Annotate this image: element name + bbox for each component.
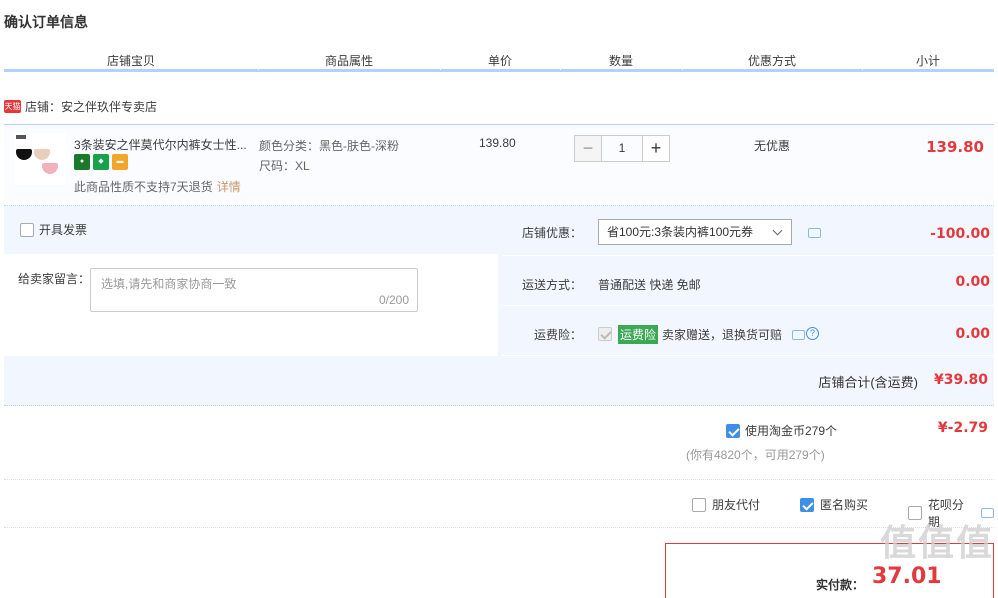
message-textarea[interactable]: 选填,请先和商家协商一致 0/200 (90, 268, 418, 312)
anonymous-checkbox[interactable] (800, 497, 814, 512)
shop-discount-label: 店铺优惠： (522, 226, 583, 240)
attr-size: 尺码：XL (259, 159, 310, 173)
message-counter: 0/200 (378, 293, 409, 307)
order-item-row: 3条装安之伴莫代尔内裤女士性... ● ◆ ▬ 此商品性质不支持7天退货 详情 颜… (4, 124, 994, 206)
page-title: 确认订单信息 (4, 14, 88, 30)
insurance-row: 运费险： 运费险 卖家赠送，退换货可赔 ? 0.00 (502, 306, 994, 356)
coins-checkbox[interactable] (726, 423, 740, 438)
coupon-selected-text: 省100元:3条装内裤100元券 (607, 225, 754, 239)
col-header-subtotal: 小计 (915, 54, 940, 68)
chat-icon[interactable] (808, 228, 821, 238)
col-header-discount: 优惠方式 (747, 54, 796, 68)
chevron-down-icon (772, 225, 783, 236)
product-attributes: 颜色分类：黑色-肤色-深粉 尺码：XL (259, 136, 399, 176)
credit-card-icon: ▬ (112, 154, 128, 170)
insurance-tag: 运费险 (618, 325, 659, 344)
quantity-minus-button[interactable]: − (574, 135, 602, 162)
unit-price: 139.80 (479, 136, 516, 150)
product-name-link[interactable]: 3条装安之伴莫代尔内裤女士性... (74, 136, 252, 153)
payment-options: 朋友代付 匿名购买 花呗分期 (4, 480, 994, 529)
help-icon[interactable]: ? (806, 327, 819, 340)
shop-discount-amount: -100.00 (930, 226, 990, 242)
coins-sub: (你有4820个，可用279个) (686, 448, 825, 462)
return-note: 此商品性质不支持7天退货 详情 (74, 180, 241, 194)
col-header-attr: 商品属性 (324, 54, 373, 68)
chat-icon[interactable] (792, 330, 805, 340)
order-options-panel: 开具发票 给卖家留言： 选填,请先和商家协商一致 0/200 店铺优惠： 省10… (4, 206, 994, 406)
coins-section: 使用淘金币279个 (你有4820个，可用279个) ¥-2.79 (4, 406, 994, 480)
coupon-select[interactable]: 省100元:3条装内裤100元券 (598, 219, 792, 245)
shop-total-amount: ¥39.80 (933, 372, 988, 388)
shipping-row: 运送方式： 普通配送 快递 免邮 0.00 (502, 256, 994, 306)
invoice-section: 开具发票 (4, 206, 498, 254)
shipping-label: 运送方式： (522, 278, 583, 292)
invoice-checkbox[interactable] (20, 222, 34, 237)
table-header: 店铺宝贝 商品属性 单价 数量 优惠方式 小计 (4, 48, 994, 72)
watermark-logo: 值值值 (879, 522, 994, 563)
message-section: 给卖家留言： 选填,请先和商家协商一致 0/200 (4, 254, 498, 356)
col-header-price: 单价 (487, 54, 512, 68)
item-subtotal: 139.80 (926, 138, 984, 156)
quantity-stepper: − 1 + (574, 135, 670, 162)
shield-icon: ◆ (93, 154, 109, 170)
quantity-input[interactable]: 1 (602, 135, 642, 162)
product-thumbnail[interactable] (14, 133, 66, 185)
tmall-badge-icon: 天猫 (4, 100, 21, 113)
message-label: 给卖家留言： (18, 272, 91, 286)
message-placeholder: 选填,请先和商家协商一致 (101, 277, 237, 291)
insurance-label: 运费险： (534, 328, 583, 342)
insurance-checkbox (598, 326, 612, 341)
discount-method: 无优惠 (754, 139, 791, 153)
final-label: 实付款： (816, 578, 865, 592)
shop-name[interactable]: 店铺：安之伴玖伴专卖店 (25, 98, 157, 115)
shop-discount-row: 店铺优惠： 省100元:3条装内裤100元券 -100.00 (502, 206, 994, 256)
tmall-cat-icon: ● (74, 154, 90, 170)
anonymous-label: 匿名购买 (820, 498, 869, 512)
final-amount: 37.01 (872, 564, 942, 589)
attr-color: 颜色分类：黑色-肤色-深粉 (259, 139, 399, 153)
shop-total-row: 店铺合计(含运费) ¥39.80 (4, 356, 994, 404)
col-header-item: 店铺宝贝 (106, 54, 155, 68)
product-badges: ● ◆ ▬ (74, 154, 128, 170)
shop-total-label: 店铺合计(含运费) (818, 375, 918, 390)
shipping-amount: 0.00 (955, 274, 990, 290)
friend-pay-checkbox[interactable] (692, 497, 706, 512)
quantity-plus-button[interactable]: + (642, 135, 670, 162)
invoice-label: 开具发票 (39, 223, 88, 237)
col-header-qty: 数量 (608, 54, 633, 68)
shipping-value: 普通配送 快递 免邮 (598, 278, 701, 292)
coins-amount: ¥-2.79 (937, 420, 988, 436)
insurance-desc: 卖家赠送，退换货可赔 (662, 328, 783, 342)
coins-label: 使用淘金币279个 (745, 424, 838, 438)
insurance-amount: 0.00 (955, 326, 990, 342)
friend-pay-label: 朋友代付 (712, 498, 761, 512)
details-link[interactable]: 详情 (217, 180, 241, 194)
shop-line: 天猫 店铺：安之伴玖伴专卖店 (4, 98, 157, 115)
